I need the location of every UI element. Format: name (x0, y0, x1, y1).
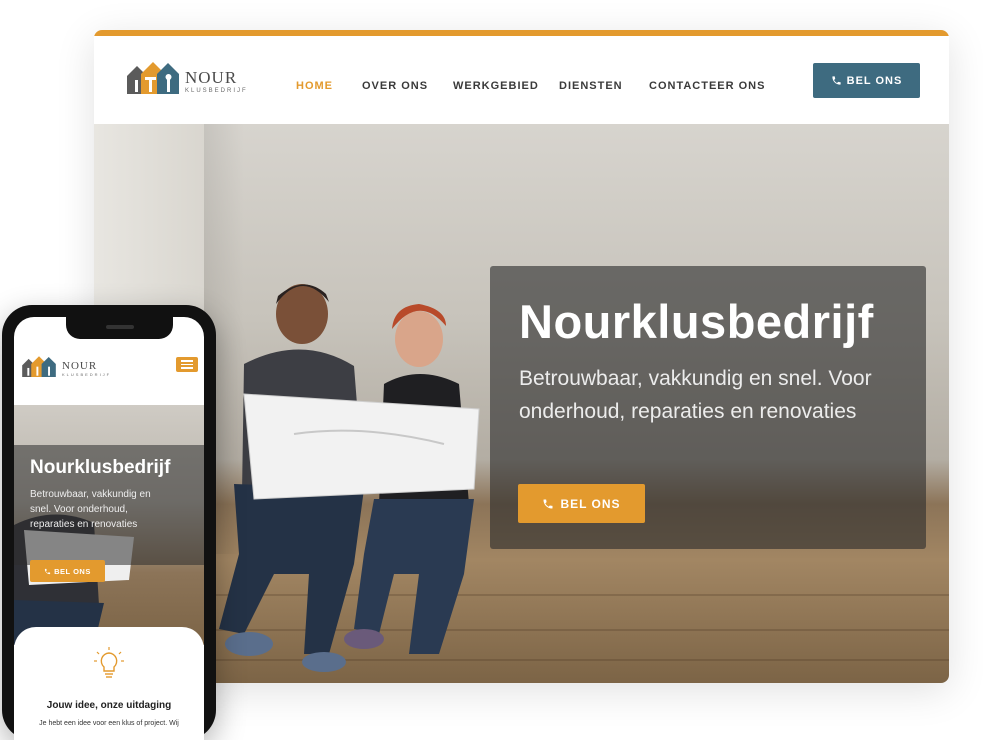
phone-mockup: NOUR KLUSBEDRIJF Nourklusbedrijf Betrouw… (2, 305, 216, 740)
hamburger-icon[interactable] (176, 357, 198, 372)
house-tools-logo-icon (22, 356, 56, 377)
desktop-mockup: NOUR KLUSBEDRIJF HOME OVER ONS WERKGEBIE… (94, 30, 949, 683)
phone-speaker (106, 325, 134, 329)
header-call-label: BEL ONS (846, 74, 903, 87)
phone-screen: NOUR KLUSBEDRIJF Nourklusbedrijf Betrouw… (14, 317, 204, 740)
header-call-button[interactable]: BEL ONS (813, 63, 920, 98)
nav-home[interactable]: HOME (296, 80, 333, 92)
nav-over-ons[interactable]: OVER ONS (362, 80, 428, 92)
mobile-hero-subtitle: Betrouwbaar, vakkundig en snel. Voor ond… (30, 489, 151, 530)
phone-icon (832, 76, 841, 85)
mobile-call-button[interactable]: BEL ONS (30, 560, 105, 582)
site-logo[interactable]: NOUR KLUSBEDRIJF (127, 60, 248, 94)
hero-title: Nourklusbedrijf (519, 295, 874, 348)
house-tools-logo-icon (127, 62, 179, 94)
site-header: NOUR KLUSBEDRIJF HOME OVER ONS WERKGEBIE… (94, 36, 949, 124)
mobile-card-title: Jouw idee, onze uitdaging (46, 700, 172, 711)
mobile-hero-title: Nourklusbedrijf (30, 457, 171, 478)
mobile-call-label: BEL ONS (54, 566, 91, 576)
logo-wordmark: NOUR (185, 68, 238, 87)
nav-werkgebied[interactable]: WERKGEBIED (453, 80, 539, 92)
logo-subtitle: KLUSBEDRIJF (185, 88, 248, 94)
nav-diensten[interactable]: DIENSTEN (559, 80, 623, 92)
hero-call-button[interactable]: BEL ONS (518, 484, 645, 523)
mockup-stage: NOUR KLUSBEDRIJF HOME OVER ONS WERKGEBIE… (0, 0, 983, 740)
phone-icon (45, 568, 51, 574)
hero-call-label: BEL ONS (560, 496, 621, 511)
phone-icon (543, 499, 553, 508)
mobile-card-text: Je hebt een idee voor een klus of projec… (39, 720, 179, 727)
lightbulb-icon (94, 647, 124, 678)
mobile-logo-wordmark: NOUR (62, 360, 98, 372)
phone-notch (66, 317, 173, 339)
hero-subtitle: Betrouwbaar, vakkundig en snel. Voor ond… (519, 367, 872, 423)
mobile-logo-subtitle: KLUSBEDRIJF (62, 372, 112, 377)
mobile-logo[interactable]: NOUR KLUSBEDRIJF (22, 355, 111, 377)
nav-contacteer-ons[interactable]: CONTACTEER ONS (649, 80, 765, 92)
hero-people-image (219, 284, 480, 672)
mobile-feature-card: Jouw idee, onze uitdaging Je hebt een id… (14, 627, 204, 740)
hero-section: Nourklusbedrijf Betrouwbaar, vakkundig e… (94, 124, 949, 683)
